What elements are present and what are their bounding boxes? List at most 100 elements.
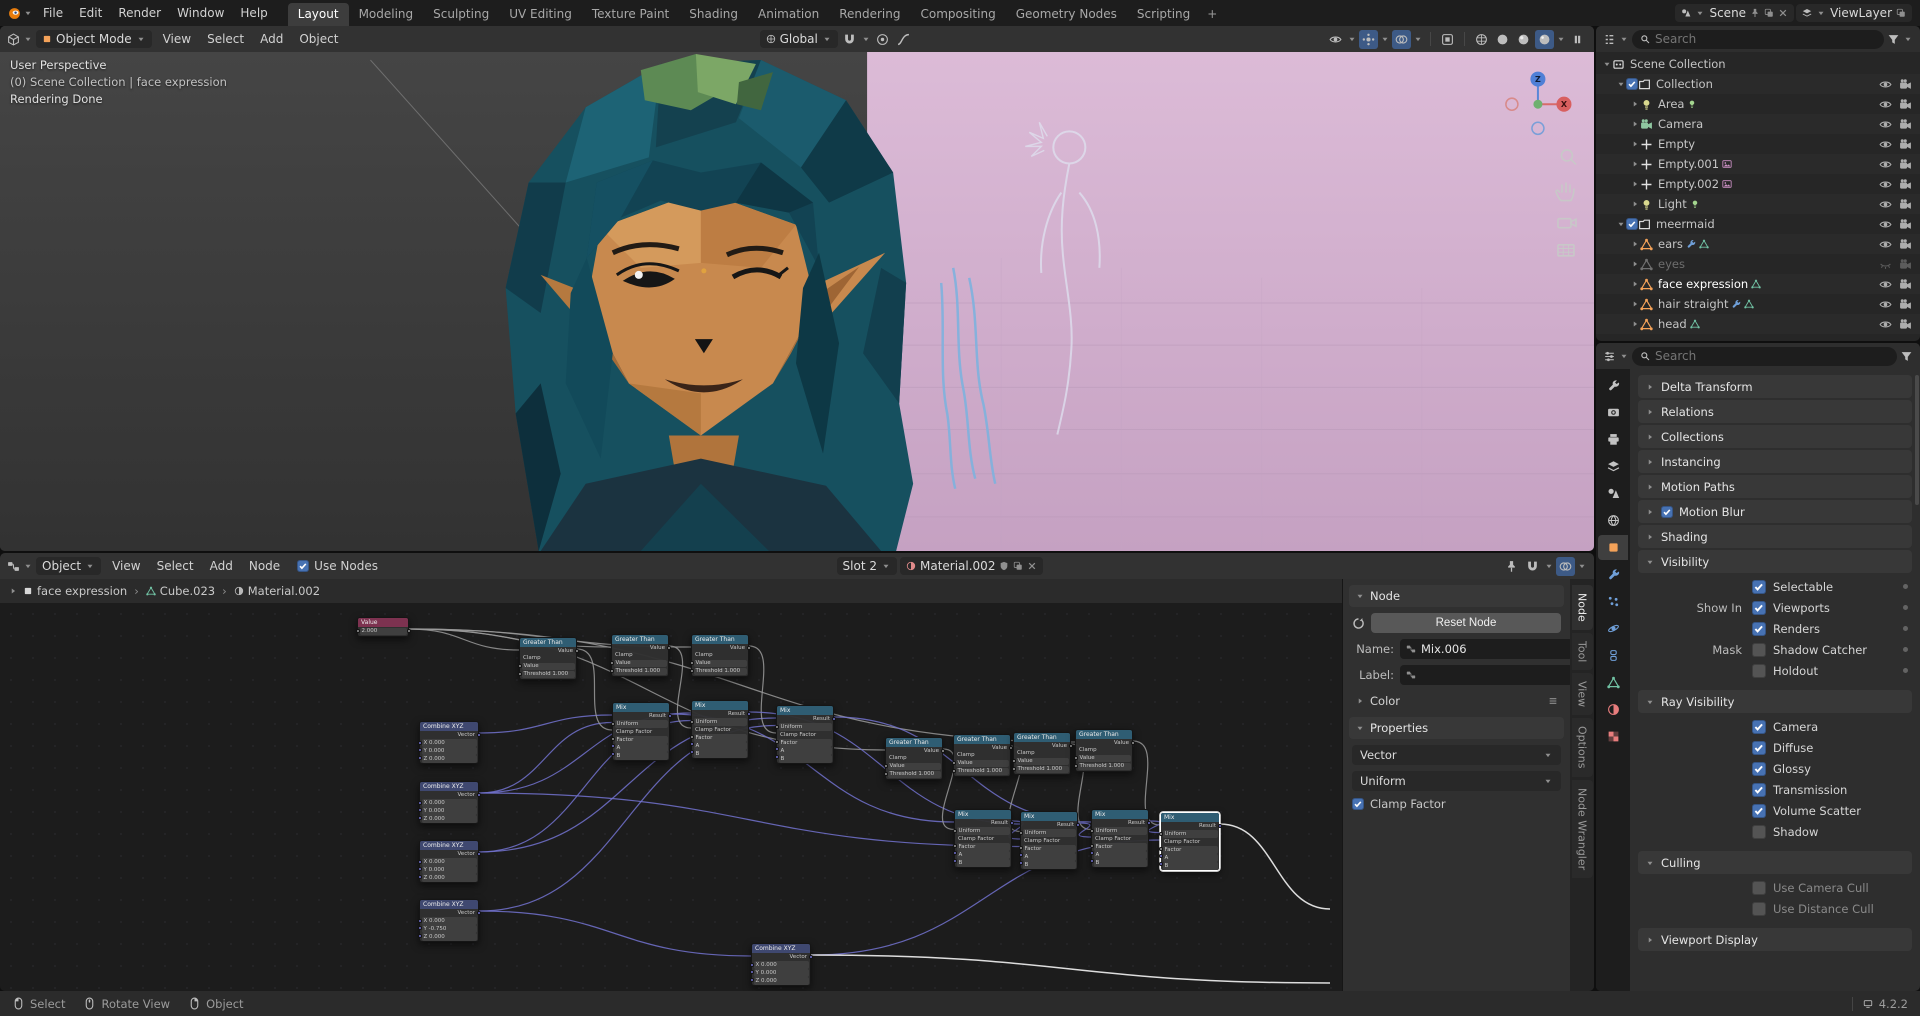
output-socket[interactable] [1009,821,1014,825]
input-socket[interactable] [1018,830,1023,835]
properties-tab-data[interactable] [1598,670,1628,695]
checkbox-use-camera-cull[interactable] [1752,880,1766,895]
sidebar-tab-tool[interactable]: Tool [1571,632,1593,671]
properties-search-input[interactable] [1655,349,1889,363]
sidebar-tab-node[interactable]: Node [1571,585,1593,630]
editor-3d-icon[interactable] [7,32,20,46]
output-socket[interactable] [476,911,481,915]
chevron-right-icon[interactable] [1630,299,1640,309]
proportional-falloff[interactable] [894,30,913,49]
chevron-right-icon[interactable] [1355,696,1365,706]
properties-tab-view-layer[interactable] [1598,454,1628,479]
eye-open-icon[interactable] [1879,298,1892,311]
factor-mode-dropdown[interactable]: Uniform [1352,771,1561,791]
chevron-down-icon[interactable] [1413,34,1423,44]
viewport-menu-add[interactable]: Add [252,29,291,49]
input-socket[interactable] [610,736,615,741]
chevron-right-icon[interactable] [1630,139,1640,149]
camera-vis-icon[interactable] [1899,298,1912,311]
chevron-down-icon[interactable] [23,34,33,44]
color-section[interactable]: Color [1352,691,1561,711]
shader-node-combine-xyz[interactable]: Combine XYZ Vector X 0.000 Y 0.000 Z 0.000 [417,721,481,764]
reset-node-button[interactable]: Reset Node [1371,613,1561,633]
editor-nodes-icon[interactable] [7,560,20,573]
outliner-row-face-expression[interactable]: face expression [1596,274,1920,294]
panel-header-delta-transform[interactable]: Delta Transform [1638,375,1912,398]
input-socket[interactable] [1073,756,1078,760]
checkbox-camera[interactable] [1752,719,1766,734]
shader-type-dropdown[interactable]: Object [36,557,102,575]
mode-dropdown[interactable]: Object Mode [36,30,152,48]
shader-node-value[interactable]: Value 2.000 [355,617,411,637]
workspace-tab-sculpting[interactable]: Sculpting [423,3,499,26]
outliner-row-scene-collection[interactable]: Scene Collection [1596,54,1920,74]
input-socket[interactable] [417,808,422,812]
panel-header-shading[interactable]: Shading [1638,525,1912,548]
editor-props-icon[interactable] [1603,350,1616,363]
menu-help[interactable]: Help [232,3,275,23]
outliner-row-meermaid[interactable]: meermaid [1596,214,1920,234]
eye-open-icon[interactable] [1879,158,1892,171]
clamp-factor-checkbox[interactable] [1352,798,1364,810]
panel-header-relations[interactable]: Relations [1638,400,1912,423]
animate-dot[interactable] [1903,605,1908,610]
input-socket[interactable] [1018,845,1023,850]
checkbox-glossy[interactable] [1752,761,1766,776]
shader-node-greater-than[interactable]: Greater Than Value Clamp Value Threshold 1.0… [1073,729,1135,772]
animate-dot[interactable] [1903,668,1908,673]
input-socket[interactable] [417,748,422,752]
menu-icon[interactable] [1548,696,1558,706]
input-socket[interactable] [689,668,694,673]
input-socket[interactable] [610,751,615,756]
node-label-input[interactable] [1421,668,1567,682]
xray-toggle[interactable] [1438,30,1457,49]
input-socket[interactable] [417,874,422,879]
node-name-input[interactable] [1421,642,1567,656]
use-nodes-checkbox[interactable] [297,560,310,572]
input-socket[interactable] [1089,858,1094,863]
shader-node-mix[interactable]: Mix Result Uniform Clamp Factor Factor A B [689,700,751,759]
use-nodes-toggle[interactable]: Use Nodes [297,559,378,573]
input-socket[interactable] [774,754,779,759]
sidebar-tab-view[interactable]: View [1571,673,1593,716]
shader-node-mix[interactable]: Mix Result Uniform Clamp Factor Factor A B [952,809,1014,868]
input-socket[interactable] [417,800,422,805]
input-socket[interactable] [749,962,754,967]
chevron-down-icon[interactable] [1619,351,1629,361]
checkbox-viewports[interactable] [1752,600,1766,615]
input-socket[interactable] [355,629,360,633]
shading-wireframe[interactable] [1472,30,1491,49]
panel-header-viewport-display[interactable]: Viewport Display [1638,928,1912,951]
checkbox-diffuse[interactable] [1752,740,1766,755]
camera-vis-icon[interactable] [1899,318,1912,331]
eye-open-icon[interactable] [1879,138,1892,151]
chevron-right-icon[interactable] [1630,199,1640,209]
output-socket[interactable] [746,646,751,650]
workspace-tab-shading[interactable]: Shading [679,3,748,26]
workspace-tab-modeling[interactable]: Modeling [349,3,424,26]
input-socket[interactable] [517,671,522,676]
input-socket[interactable] [1011,759,1016,763]
chevron-down-icon[interactable] [1695,8,1705,18]
output-socket[interactable] [574,649,579,653]
input-socket[interactable] [1158,854,1163,858]
data-type-dropdown[interactable]: Vector [1352,745,1561,765]
properties-tab-particles[interactable] [1598,589,1628,614]
shader-node-greater-than[interactable]: Greater Than Value Clamp Value Threshold 1.0… [1011,732,1073,775]
add-workspace-button[interactable]: + [1200,3,1224,26]
camera-vis-icon[interactable] [1899,158,1912,171]
eye-open-icon[interactable] [1879,278,1892,291]
properties-tab-tool[interactable] [1598,373,1628,398]
camera-vis-icon[interactable] [1899,258,1912,271]
checkbox-use-distance-cull[interactable] [1752,901,1766,916]
chevron-down-icon[interactable] [1577,561,1587,571]
show-gizmo-toggle[interactable] [1359,29,1378,49]
input-socket[interactable] [883,764,888,768]
editor-outliner-icon[interactable] [1603,33,1616,46]
menu-render[interactable]: Render [110,3,169,23]
properties-tab-scene[interactable] [1598,481,1628,506]
scrollbar[interactable] [1915,375,1919,505]
input-socket[interactable] [517,664,522,668]
input-socket[interactable] [1073,763,1078,768]
chevron-down-icon[interactable] [1816,8,1826,18]
